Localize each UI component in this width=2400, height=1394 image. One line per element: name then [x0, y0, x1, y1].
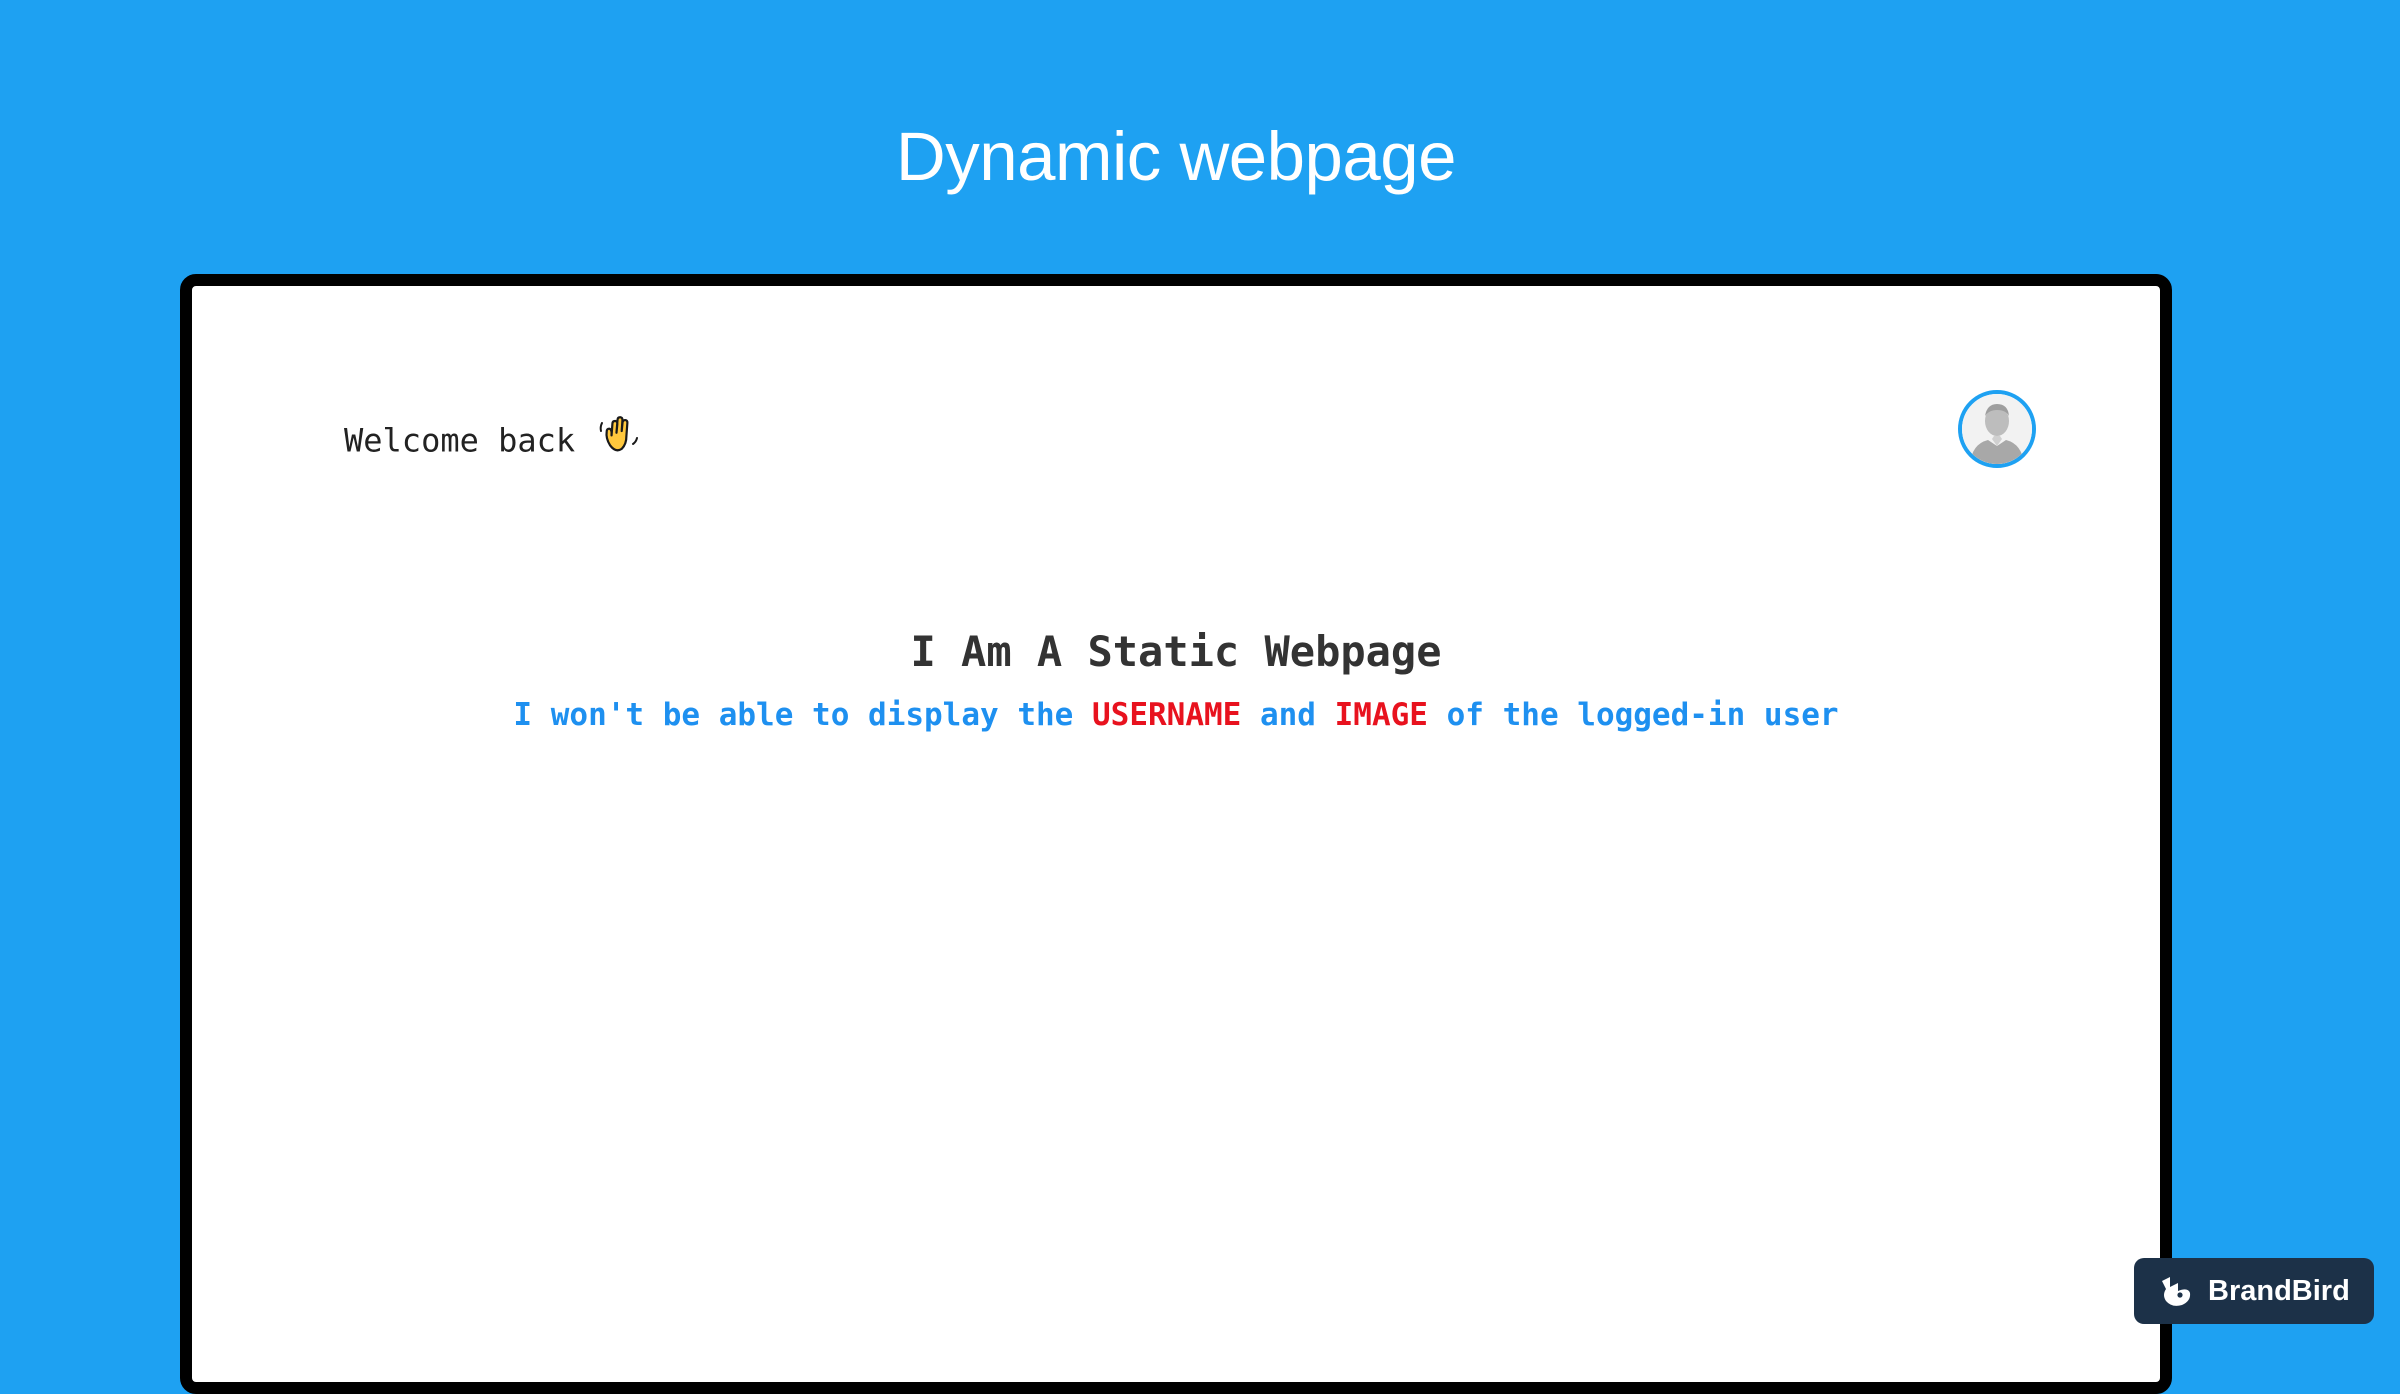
page-title: Dynamic webpage: [895, 118, 1457, 195]
hero-heading: I Am A Static Webpage: [910, 627, 1442, 676]
image-highlight: IMAGE: [1334, 697, 1428, 733]
subtitle-part-2: and: [1241, 697, 1335, 733]
hero-subtitle: I won't be able to display the USERNAME …: [192, 694, 2160, 736]
username-highlight: USERNAME: [1092, 697, 1242, 733]
subtitle-part-3: of the logged-in user: [1427, 697, 1839, 733]
hero-section: I Am A Static Webpage I won't be able to…: [192, 624, 2160, 736]
browser-frame: Welcome back I Am A Static Webpage I won…: [180, 274, 2172, 1394]
default-user-avatar: [1962, 394, 2032, 464]
brandbird-label: BrandBird: [2208, 1274, 2350, 1307]
waving-hand-icon: [597, 412, 641, 465]
subtitle-part-1: I won't be able to display the: [513, 697, 1092, 733]
brandbird-badge[interactable]: BrandBird: [2134, 1258, 2374, 1324]
welcome-message: Welcome back: [344, 416, 641, 469]
brandbird-logo-icon: [2158, 1273, 2194, 1309]
welcome-text: Welcome back: [344, 421, 576, 460]
user-avatar[interactable]: [1958, 390, 2036, 468]
